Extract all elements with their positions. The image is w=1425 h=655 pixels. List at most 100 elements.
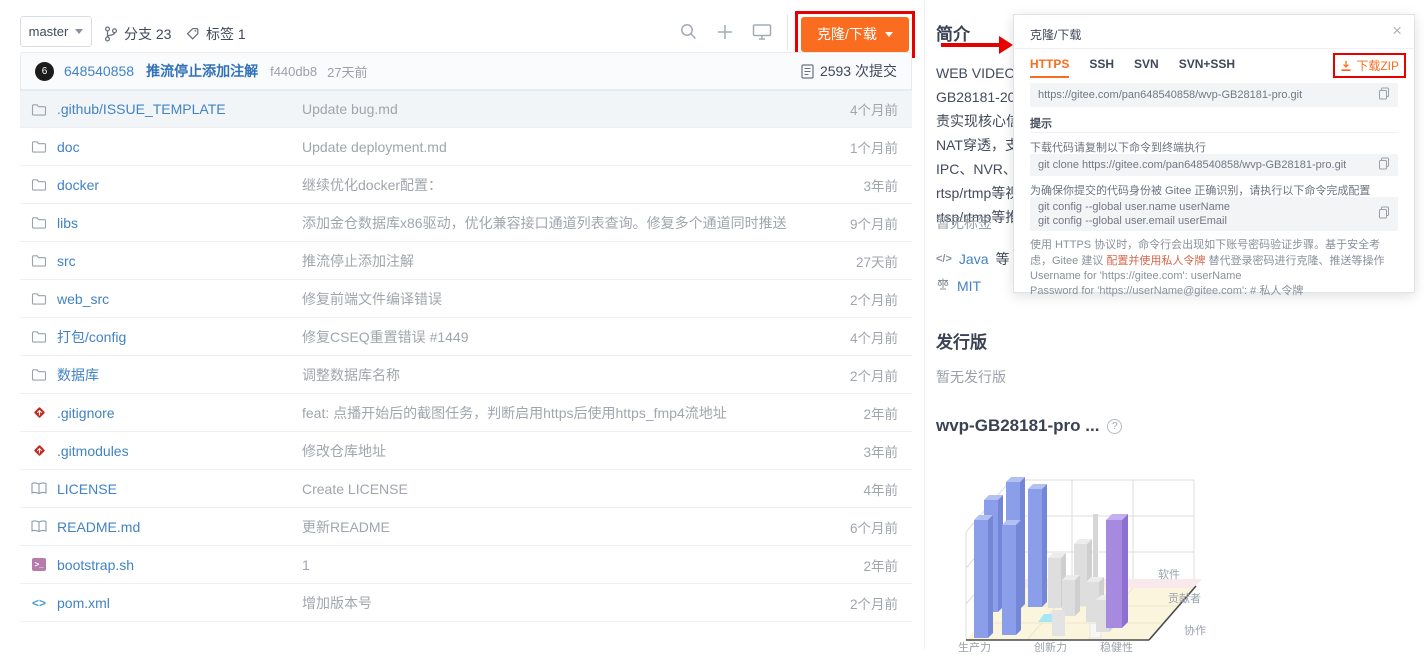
table-row[interactable]: web_src 修复前端文件编译错误 2个月前 <box>20 280 912 318</box>
file-link[interactable]: 数据库 <box>57 365 99 385</box>
row-time: 1个月前 <box>850 137 898 157</box>
file-link[interactable]: doc <box>57 139 80 155</box>
branches-link[interactable]: 分支 23 <box>104 24 171 44</box>
row-commit-message[interactable]: 推流停止添加注解 <box>302 251 414 271</box>
help-icon[interactable]: ? <box>1107 419 1122 434</box>
clone-command: git clone https://gitee.com/pan648540858… <box>1038 159 1346 171</box>
tab-svn[interactable]: SVN <box>1134 57 1159 78</box>
copy-icon[interactable] <box>1378 157 1390 173</box>
table-row[interactable]: .gitignore feat: 点播开始后的截图任务，判断启用https后使用… <box>20 394 912 432</box>
clone-download-dialog: 克隆/下载 × HTTPS SSH SVN SVN+SSH 下载ZIP http… <box>1013 14 1415 293</box>
file-link[interactable]: pom.xml <box>57 595 110 611</box>
table-row[interactable]: .github/ISSUE_TEMPLATE Update bug.md 4个月… <box>20 90 912 128</box>
branch-icon <box>104 26 118 42</box>
license-scale-icon <box>936 277 950 294</box>
row-commit-message[interactable]: 修改仓库地址 <box>302 441 386 461</box>
table-row[interactable]: 数据库 调整数据库名称 2个月前 <box>20 356 912 394</box>
chart-z-label: 协作 <box>1184 623 1206 637</box>
table-row[interactable]: 打包/config 修复CSEQ重置错误 #1449 4个月前 <box>20 318 912 356</box>
file-link[interactable]: .gitignore <box>57 405 115 421</box>
token-link[interactable]: 配置并使用私人令牌 <box>1106 255 1205 267</box>
copy-icon[interactable] <box>1378 206 1390 222</box>
https-note: 使用 HTTPS 协议时，命令行会出现如下账号密码验证步骤。基于安全考虑，Git… <box>1030 237 1400 269</box>
intro-text: WEB VIDEO GB28181-20 责实现核心信 NAT穿透，支 IPC、… <box>936 61 1016 229</box>
chart-x-label: 生产力 <box>958 640 991 652</box>
intro-title: 简介 <box>936 20 970 45</box>
file-link[interactable]: libs <box>57 215 78 231</box>
close-icon[interactable]: × <box>1392 21 1402 41</box>
folder-icon <box>30 140 48 153</box>
file-link[interactable]: web_src <box>57 291 109 307</box>
table-row[interactable]: >_ bootstrap.sh 1 2年前 <box>20 546 912 584</box>
tab-ssh[interactable]: SSH <box>1089 57 1114 78</box>
search-icon[interactable] <box>679 22 698 44</box>
config-command-email: git config --global user.email userEmail <box>1038 214 1230 228</box>
row-commit-message[interactable]: Create LICENSE <box>302 481 408 497</box>
clone-download-button[interactable]: 克隆/下载 <box>801 17 909 52</box>
commit-message-link[interactable]: 推流停止添加注解 <box>146 61 258 81</box>
chart-z-label: 贡献者 <box>1168 591 1201 605</box>
branch-selector-value: master <box>29 24 69 39</box>
table-row[interactable]: libs 添加金仓数据库x86驱动，优化兼容接口通道列表查询。修复多个通道同时推… <box>20 204 912 242</box>
intro-line: GB28181-20 <box>936 85 1016 109</box>
file-link[interactable]: 打包/config <box>57 327 126 347</box>
row-commit-message[interactable]: 更新README <box>302 517 390 537</box>
file-link[interactable]: src <box>57 253 76 269</box>
dialog-title: 克隆/下载 <box>1030 26 1081 43</box>
monitor-icon[interactable] <box>752 23 772 44</box>
avatar[interactable]: 6 <box>35 62 54 81</box>
row-time: 27天前 <box>856 251 898 271</box>
language-link[interactable]: Java <box>959 251 989 267</box>
tab-https[interactable]: HTTPS <box>1030 57 1069 78</box>
book-icon <box>30 482 48 495</box>
credential-example: Username for 'https://gitee.com': userNa… <box>1030 269 1303 299</box>
commit-author-link[interactable]: 648540858 <box>64 63 134 79</box>
license-row: MIT <box>936 277 981 294</box>
row-commit-message[interactable]: 调整数据库名称 <box>302 365 400 385</box>
table-row[interactable]: README.md 更新README 6个月前 <box>20 508 912 546</box>
row-time: 4个月前 <box>850 327 898 347</box>
hint-divider <box>1030 132 1398 133</box>
row-time: 4年前 <box>863 479 898 499</box>
table-row[interactable]: <> pom.xml 增加版本号 2个月前 <box>20 584 912 622</box>
tab-svn-ssh[interactable]: SVN+SSH <box>1179 57 1235 78</box>
file-link[interactable]: bootstrap.sh <box>57 557 134 573</box>
commits-count-link[interactable]: 2593 次提交 <box>801 61 897 81</box>
clone-url-value: https://gitee.com/pan648540858/wvp-GB281… <box>1038 89 1302 101</box>
file-link[interactable]: docker <box>57 177 99 193</box>
folder-icon <box>30 216 48 229</box>
chevron-down-icon <box>75 29 83 34</box>
table-row[interactable]: .gitmodules 修改仓库地址 3年前 <box>20 432 912 470</box>
license-link[interactable]: MIT <box>957 278 981 294</box>
table-row[interactable]: src 推流停止添加注解 27天前 <box>20 242 912 280</box>
plus-icon[interactable] <box>716 23 734 44</box>
terminal-icon: >_ <box>30 558 48 571</box>
row-commit-message[interactable]: 修复CSEQ重置错误 #1449 <box>302 327 469 347</box>
row-commit-message[interactable]: 增加版本号 <box>302 593 372 613</box>
folder-icon <box>30 103 48 116</box>
file-link[interactable]: .github/ISSUE_TEMPLATE <box>57 101 226 117</box>
table-row[interactable]: doc Update deployment.md 1个月前 <box>20 128 912 166</box>
tags-link[interactable]: 标签 1 <box>186 24 246 44</box>
clone-url-field[interactable]: https://gitee.com/pan648540858/wvp-GB281… <box>1030 83 1398 107</box>
row-time: 6个月前 <box>850 517 898 537</box>
row-commit-message[interactable]: 1 <box>302 557 310 573</box>
chevron-down-icon <box>885 32 893 37</box>
download-zip-button[interactable]: 下载ZIP <box>1356 57 1399 74</box>
file-link[interactable]: LICENSE <box>57 481 117 497</box>
table-row[interactable]: LICENSE Create LICENSE 4年前 <box>20 470 912 508</box>
row-commit-message[interactable]: 添加金仓数据库x86驱动，优化兼容接口通道列表查询。修复多个通道同时推送 <box>302 213 787 233</box>
file-link[interactable]: .gitmodules <box>57 443 129 459</box>
table-row[interactable]: docker 继续优化docker配置： 3年前 <box>20 166 912 204</box>
row-commit-message[interactable]: Update deployment.md <box>302 139 447 155</box>
copy-icon[interactable] <box>1378 87 1390 103</box>
row-commit-message[interactable]: feat: 点播开始后的截图任务，判断启用https后使用https_fmp4流… <box>302 403 727 423</box>
commit-time: 27天前 <box>327 62 367 81</box>
branch-selector[interactable]: master <box>20 16 92 47</box>
file-link[interactable]: README.md <box>57 519 140 535</box>
row-time: 2年前 <box>863 555 898 575</box>
row-commit-message[interactable]: 修复前端文件编译错误 <box>302 289 442 309</box>
sidebar-divider <box>924 0 925 649</box>
row-commit-message[interactable]: 继续优化docker配置： <box>302 175 442 195</box>
row-commit-message[interactable]: Update bug.md <box>302 101 398 117</box>
